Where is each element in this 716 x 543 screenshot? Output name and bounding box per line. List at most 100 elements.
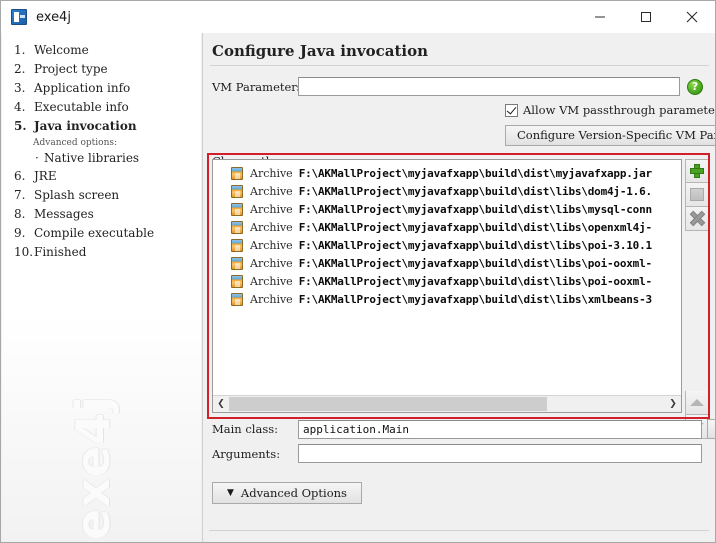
- arguments-row: Arguments:: [212, 444, 702, 463]
- table-row[interactable]: Archive F:\AKMallProject\myjavafxapp\bui…: [213, 182, 681, 200]
- move-up-button[interactable]: [685, 391, 709, 415]
- vm-parameters-row: VM Parameters: ?: [212, 77, 715, 96]
- arguments-input[interactable]: [298, 444, 702, 463]
- plus-icon: [689, 163, 705, 179]
- table-row[interactable]: Archive F:\AKMallProject\myjavafxapp\bui…: [213, 164, 681, 182]
- entry-kind: Archive: [250, 274, 293, 288]
- main-class-input[interactable]: application.Main: [298, 419, 702, 439]
- step-label: Compile executable: [34, 226, 155, 240]
- window-controls: [577, 1, 715, 33]
- minimize-button[interactable]: [577, 1, 623, 33]
- table-row[interactable]: Archive F:\AKMallProject\myjavafxapp\bui…: [213, 254, 681, 272]
- title-bar: exe4j: [1, 1, 715, 33]
- arguments-label: Arguments:: [212, 446, 281, 461]
- entry-kind: Archive: [250, 184, 293, 198]
- sidebar-item-native-libraries[interactable]: · Native libraries: [2, 150, 201, 167]
- entry-kind: Archive: [250, 202, 293, 216]
- entry-kind: Archive: [250, 292, 293, 306]
- pencil-icon: [690, 188, 704, 201]
- table-row[interactable]: Archive F:\AKMallProject\myjavafxapp\bui…: [213, 236, 681, 254]
- window-title: exe4j: [36, 9, 71, 25]
- step-number: 7.: [14, 188, 26, 202]
- main-class-label: Main class:: [212, 422, 279, 436]
- help-icon[interactable]: ?: [687, 78, 703, 95]
- main-class-browse-button[interactable]: ...: [707, 419, 715, 439]
- sidebar-item-splash-screen[interactable]: 7. Splash screen: [2, 186, 201, 205]
- entry-path: F:\AKMallProject\myjavafxapp\build\dist\…: [298, 274, 652, 288]
- edit-classpath-entry-button[interactable]: [685, 183, 709, 207]
- wizard-footer: ? Help ◀ Back Next ▶ Finish Cancel: [203, 536, 714, 542]
- classpath-list[interactable]: Archive F:\AKMallProject\myjavafxapp\bui…: [212, 159, 682, 413]
- wizard-content-panel: Configure Java invocation VM Parameters:…: [202, 33, 715, 542]
- entry-path: F:\AKMallProject\myjavafxapp\build\dist\…: [298, 256, 652, 270]
- archive-icon: [231, 274, 243, 288]
- configure-version-specific-vm-parameters-button[interactable]: Configure Version-Specific VM Parameters: [505, 124, 715, 146]
- sub-step-label: Native libraries: [44, 151, 140, 165]
- entry-kind: Archive: [250, 166, 293, 180]
- close-button[interactable]: [669, 1, 715, 33]
- sidebar-item-application-info[interactable]: 3. Application info: [2, 79, 201, 98]
- step-number: 3.: [14, 81, 26, 95]
- scrollbar-track[interactable]: [229, 396, 665, 412]
- maximize-button[interactable]: [623, 1, 669, 33]
- table-row[interactable]: Archive F:\AKMallProject\myjavafxapp\bui…: [213, 272, 681, 290]
- table-row[interactable]: Archive F:\AKMallProject\myjavafxapp\bui…: [213, 218, 681, 236]
- exe4j-icon: [11, 9, 27, 25]
- add-classpath-entry-button[interactable]: [685, 159, 709, 183]
- sidebar-item-java-invocation[interactable]: 5. Java invocation: [2, 117, 201, 136]
- scrollbar-thumb[interactable]: [229, 397, 548, 411]
- advanced-options-button[interactable]: ▼ Advanced Options: [212, 482, 362, 504]
- step-label: JRE: [34, 169, 57, 183]
- scroll-right-button[interactable]: ❯: [665, 396, 681, 412]
- archive-icon: [231, 166, 243, 180]
- archive-icon: [231, 220, 243, 234]
- bullet-icon: ·: [35, 151, 39, 165]
- step-number: 10.: [14, 245, 34, 259]
- chevron-up-icon: [690, 399, 704, 406]
- allow-vm-passthrough-label: Allow VM passthrough parameters (e.g. -J…: [523, 103, 715, 117]
- sidebar-item-project-type[interactable]: 2. Project type: [2, 60, 201, 79]
- sidebar-item-finished[interactable]: 10.Finished: [2, 243, 201, 262]
- sidebar-item-welcome[interactable]: 1. Welcome: [2, 41, 201, 60]
- entry-kind: Archive: [250, 256, 293, 270]
- archive-icon: [231, 292, 243, 306]
- step-label: Project type: [34, 62, 108, 76]
- scroll-left-button[interactable]: ❮: [213, 396, 229, 412]
- sidebar-item-jre[interactable]: 6. JRE: [2, 167, 201, 186]
- archive-icon: [231, 238, 243, 252]
- sidebar-item-compile-executable[interactable]: 9. Compile executable: [2, 224, 201, 243]
- exe4j-wizard-window: exe4j 1. Welcome 2. Project type 3. Applica…: [0, 0, 716, 543]
- chevron-down-icon: ▼: [227, 488, 234, 498]
- version-specific-row: Configure Version-Specific VM Parameters: [505, 124, 715, 146]
- entry-path: F:\AKMallProject\myjavafxapp\build\dist\…: [298, 220, 652, 234]
- entry-path: F:\AKMallProject\myjavafxapp\build\dist\…: [298, 238, 652, 252]
- step-label: Java invocation: [34, 119, 137, 133]
- table-row[interactable]: Archive F:\AKMallProject\myjavafxapp\bui…: [213, 290, 681, 308]
- step-number: 5.: [14, 119, 27, 133]
- allow-vm-passthrough-row[interactable]: Allow VM passthrough parameters (e.g. -J…: [505, 103, 715, 117]
- sidebar-item-executable-info[interactable]: 4. Executable info: [2, 98, 201, 117]
- sidebar-item-messages[interactable]: 8. Messages: [2, 205, 201, 224]
- footer-divider: [209, 530, 709, 531]
- entry-path: F:\AKMallProject\myjavafxapp\build\dist\…: [298, 184, 652, 198]
- sidebar-advanced-options-header: Advanced options:: [33, 138, 118, 148]
- step-number: 2.: [14, 62, 26, 76]
- remove-classpath-entry-button[interactable]: [685, 207, 709, 231]
- wizard-step-sidebar: 1. Welcome 2. Project type 3. Application i…: [2, 33, 201, 542]
- x-icon: [689, 210, 705, 227]
- table-row[interactable]: Archive F:\AKMallProject\myjavafxapp\bui…: [213, 200, 681, 218]
- exe4j-watermark: exe4j: [66, 395, 120, 540]
- entry-kind: Archive: [250, 238, 293, 252]
- advanced-options-label: Advanced Options: [240, 486, 347, 500]
- main-class-row: Main class: application.Main ...: [212, 419, 715, 439]
- archive-icon: [231, 256, 243, 270]
- vm-parameters-input[interactable]: [298, 77, 680, 96]
- page-title: Configure Java invocation: [212, 42, 429, 60]
- classpath-horizontal-scrollbar[interactable]: ❮ ❯: [213, 395, 681, 412]
- step-number: 4.: [14, 100, 26, 114]
- classpath-list-items: Archive F:\AKMallProject\myjavafxapp\bui…: [213, 160, 681, 308]
- entry-kind: Archive: [250, 220, 293, 234]
- allow-vm-passthrough-checkbox[interactable]: [505, 103, 518, 117]
- step-number: 8.: [14, 207, 26, 221]
